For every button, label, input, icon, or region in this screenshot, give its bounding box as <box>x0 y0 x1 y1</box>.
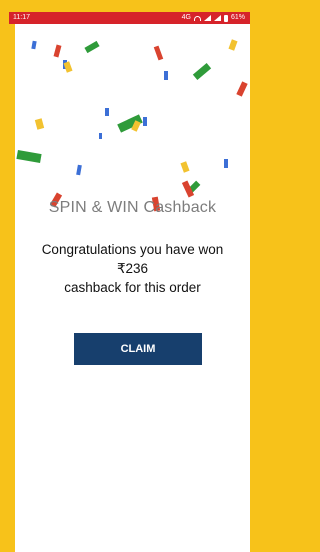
confetti-piece <box>236 81 248 97</box>
confetti-piece <box>53 44 62 58</box>
signal-icon-2 <box>213 15 221 21</box>
confetti-piece <box>153 45 164 61</box>
network-type: 4G <box>181 14 191 21</box>
confetti-piece <box>34 118 45 130</box>
confetti-piece <box>31 40 37 50</box>
confetti-piece <box>84 40 100 54</box>
spin-win-dialog: SPIN & WIN Cashback Congratulations you … <box>15 24 250 552</box>
confetti-piece <box>192 63 212 80</box>
wifi-icon <box>193 15 201 21</box>
confetti-piece <box>105 108 109 116</box>
battery-icon <box>223 14 228 22</box>
confetti-piece <box>180 161 190 173</box>
confetti-piece <box>224 159 228 168</box>
dialog-title: SPIN & WIN Cashback <box>48 199 217 216</box>
congrats-message: Congratulations you have won <box>41 242 224 257</box>
confetti-piece <box>76 164 82 176</box>
signal-icon <box>203 15 211 21</box>
confetti-piece <box>16 149 42 164</box>
claim-button[interactable]: CLAIM <box>74 333 202 365</box>
battery-level: 61% <box>230 14 245 21</box>
status-icons: 4G 61% <box>182 12 245 24</box>
confetti-piece <box>99 133 102 139</box>
status-bar: 11:17 4G 61% <box>9 12 250 24</box>
confetti-piece <box>164 71 168 80</box>
cashback-amount: ₹236 <box>116 261 149 276</box>
confetti-piece <box>228 39 238 51</box>
confetti-piece <box>63 61 73 73</box>
screen: 11:17 4G 61% SPIN & WIN Cashback Congrat… <box>0 0 254 552</box>
confetti-piece <box>143 117 147 126</box>
cashback-note: cashback for this order <box>64 280 201 295</box>
status-time: 11:17 <box>13 14 30 21</box>
